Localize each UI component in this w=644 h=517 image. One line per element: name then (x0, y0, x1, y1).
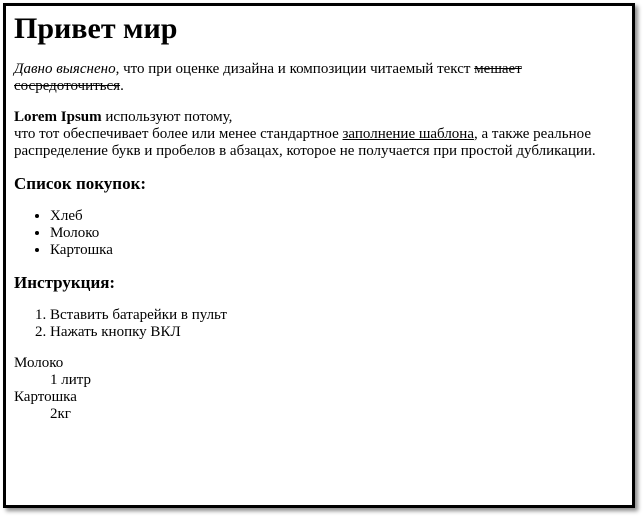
list-item: Вставить батарейки в пульт (50, 307, 626, 324)
list-item: Нажать кнопку ВКЛ (50, 324, 626, 341)
lorem-paragraph: Lorem Ipsum используют потому, что тот об… (14, 109, 626, 160)
definition-term: Молоко (14, 355, 64, 371)
definition-description: 2кг (50, 406, 71, 422)
list-item: Картошка (50, 242, 626, 259)
intro-paragraph: Давно выяснено, что при оценке дизайна и… (14, 61, 626, 95)
lorem-line1: используют потому, (101, 109, 233, 125)
list-item: Хлеб (50, 208, 626, 225)
shopping-list: Хлеб Молоко Картошка (14, 208, 626, 259)
intro-end: . (120, 78, 124, 94)
definition-list: Молоко 1 литр Картошка 2кг (14, 355, 626, 423)
list-item: Молоко (50, 225, 626, 242)
lorem-line2-start: что тот обеспечивает более или менее ста… (14, 126, 343, 142)
italic-text: Давно выяснено (14, 61, 116, 77)
page-content: Привет мир Давно выяснено, что при оценк… (14, 12, 626, 423)
underlined-text: заполнение шаблона (342, 126, 474, 142)
shopping-list-heading: Список покупок: (14, 174, 147, 193)
definition-description: 1 литр (50, 372, 92, 388)
page-frame: Привет мир Давно выяснено, что при оценк… (3, 3, 635, 508)
intro-text: , что при оценке дизайна и композиции чи… (115, 61, 475, 77)
instructions-heading: Инструкция: (14, 273, 116, 292)
definition-term: Картошка (14, 389, 77, 405)
instructions-list: Вставить батарейки в пульт Нажать кнопку… (14, 307, 626, 341)
page-title: Привет мир (14, 12, 178, 45)
bold-text: Lorem Ipsum (14, 109, 102, 125)
